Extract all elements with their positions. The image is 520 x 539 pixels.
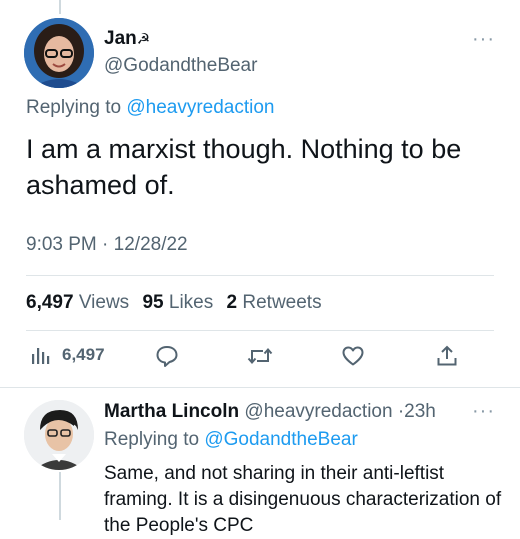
- divider: [26, 330, 494, 331]
- views-button[interactable]: 6,497: [30, 344, 105, 366]
- more-options-icon[interactable]: ···: [472, 28, 495, 51]
- author-name[interactable]: Jan☭: [104, 28, 150, 50]
- avatar[interactable]: [24, 18, 94, 88]
- reply-button[interactable]: [155, 344, 179, 368]
- replying-prefix: Replying to: [26, 97, 122, 118]
- replying-to-link[interactable]: @heavyredaction: [126, 97, 274, 118]
- thread-line: [59, 472, 61, 520]
- divider: [26, 275, 494, 276]
- like-button[interactable]: [341, 344, 365, 368]
- reply-author-line: Martha Lincoln @heavyredaction ·23h: [104, 401, 436, 423]
- reply-avatar-image: [24, 400, 94, 470]
- replying-to: Replying to @heavyredaction: [26, 97, 275, 119]
- tweet-stats: 6,497 Views 95 Likes 2 Retweets: [26, 292, 330, 314]
- analytics-icon: [32, 348, 50, 364]
- reply-replying-to: Replying to @GodandtheBear: [104, 429, 358, 451]
- retweets-count: 2: [226, 292, 238, 313]
- views-stat[interactable]: 6,497 Views: [26, 292, 129, 313]
- views-action-count: 6,497: [62, 345, 105, 364]
- reply-avatar[interactable]: [24, 400, 94, 470]
- likes-stat[interactable]: 95 Likes: [142, 292, 213, 313]
- share-button[interactable]: [435, 344, 459, 368]
- tweet-text: I am a marxist though. Nothing to be ash…: [26, 134, 462, 200]
- thread-line: [59, 0, 61, 14]
- avatar-image: [24, 18, 94, 88]
- tweet-actions: 6,497: [0, 340, 520, 380]
- author-name-text: Jan: [104, 28, 137, 49]
- reply-time[interactable]: 23h: [404, 401, 436, 422]
- likes-label: Likes: [168, 292, 214, 313]
- date-separator: ·: [102, 234, 109, 255]
- views-count: 6,497: [26, 292, 74, 313]
- retweets-label: Retweets: [242, 292, 322, 313]
- tweet-time: 9:03 PM: [26, 234, 97, 255]
- tweet-timestamp[interactable]: 9:03 PM · 12/28/22: [26, 234, 188, 256]
- views-label: Views: [78, 292, 130, 313]
- hammer-sickle-emoji: ☭: [136, 31, 151, 48]
- reply-icon: [156, 346, 178, 367]
- reply-author-name[interactable]: Martha Lincoln: [104, 401, 239, 422]
- reply-replying-to-link[interactable]: @GodandtheBear: [204, 429, 357, 450]
- retweet-icon: [247, 347, 273, 365]
- tweet-date: 12/28/22: [113, 234, 188, 255]
- likes-count: 95: [142, 292, 164, 313]
- retweet-button[interactable]: [246, 344, 274, 368]
- reply-text: Same, and not sharing in their anti-left…: [104, 463, 502, 536]
- divider: [0, 387, 520, 388]
- reply-author-handle[interactable]: @heavyredaction: [244, 401, 392, 422]
- heart-icon: [342, 346, 364, 366]
- reply-replying-prefix: Replying to: [104, 429, 200, 450]
- more-options-icon[interactable]: ···: [472, 400, 495, 423]
- share-icon: [437, 345, 457, 366]
- author-handle[interactable]: @GodandtheBear: [104, 55, 257, 77]
- retweets-stat[interactable]: 2 Retweets: [227, 292, 322, 313]
